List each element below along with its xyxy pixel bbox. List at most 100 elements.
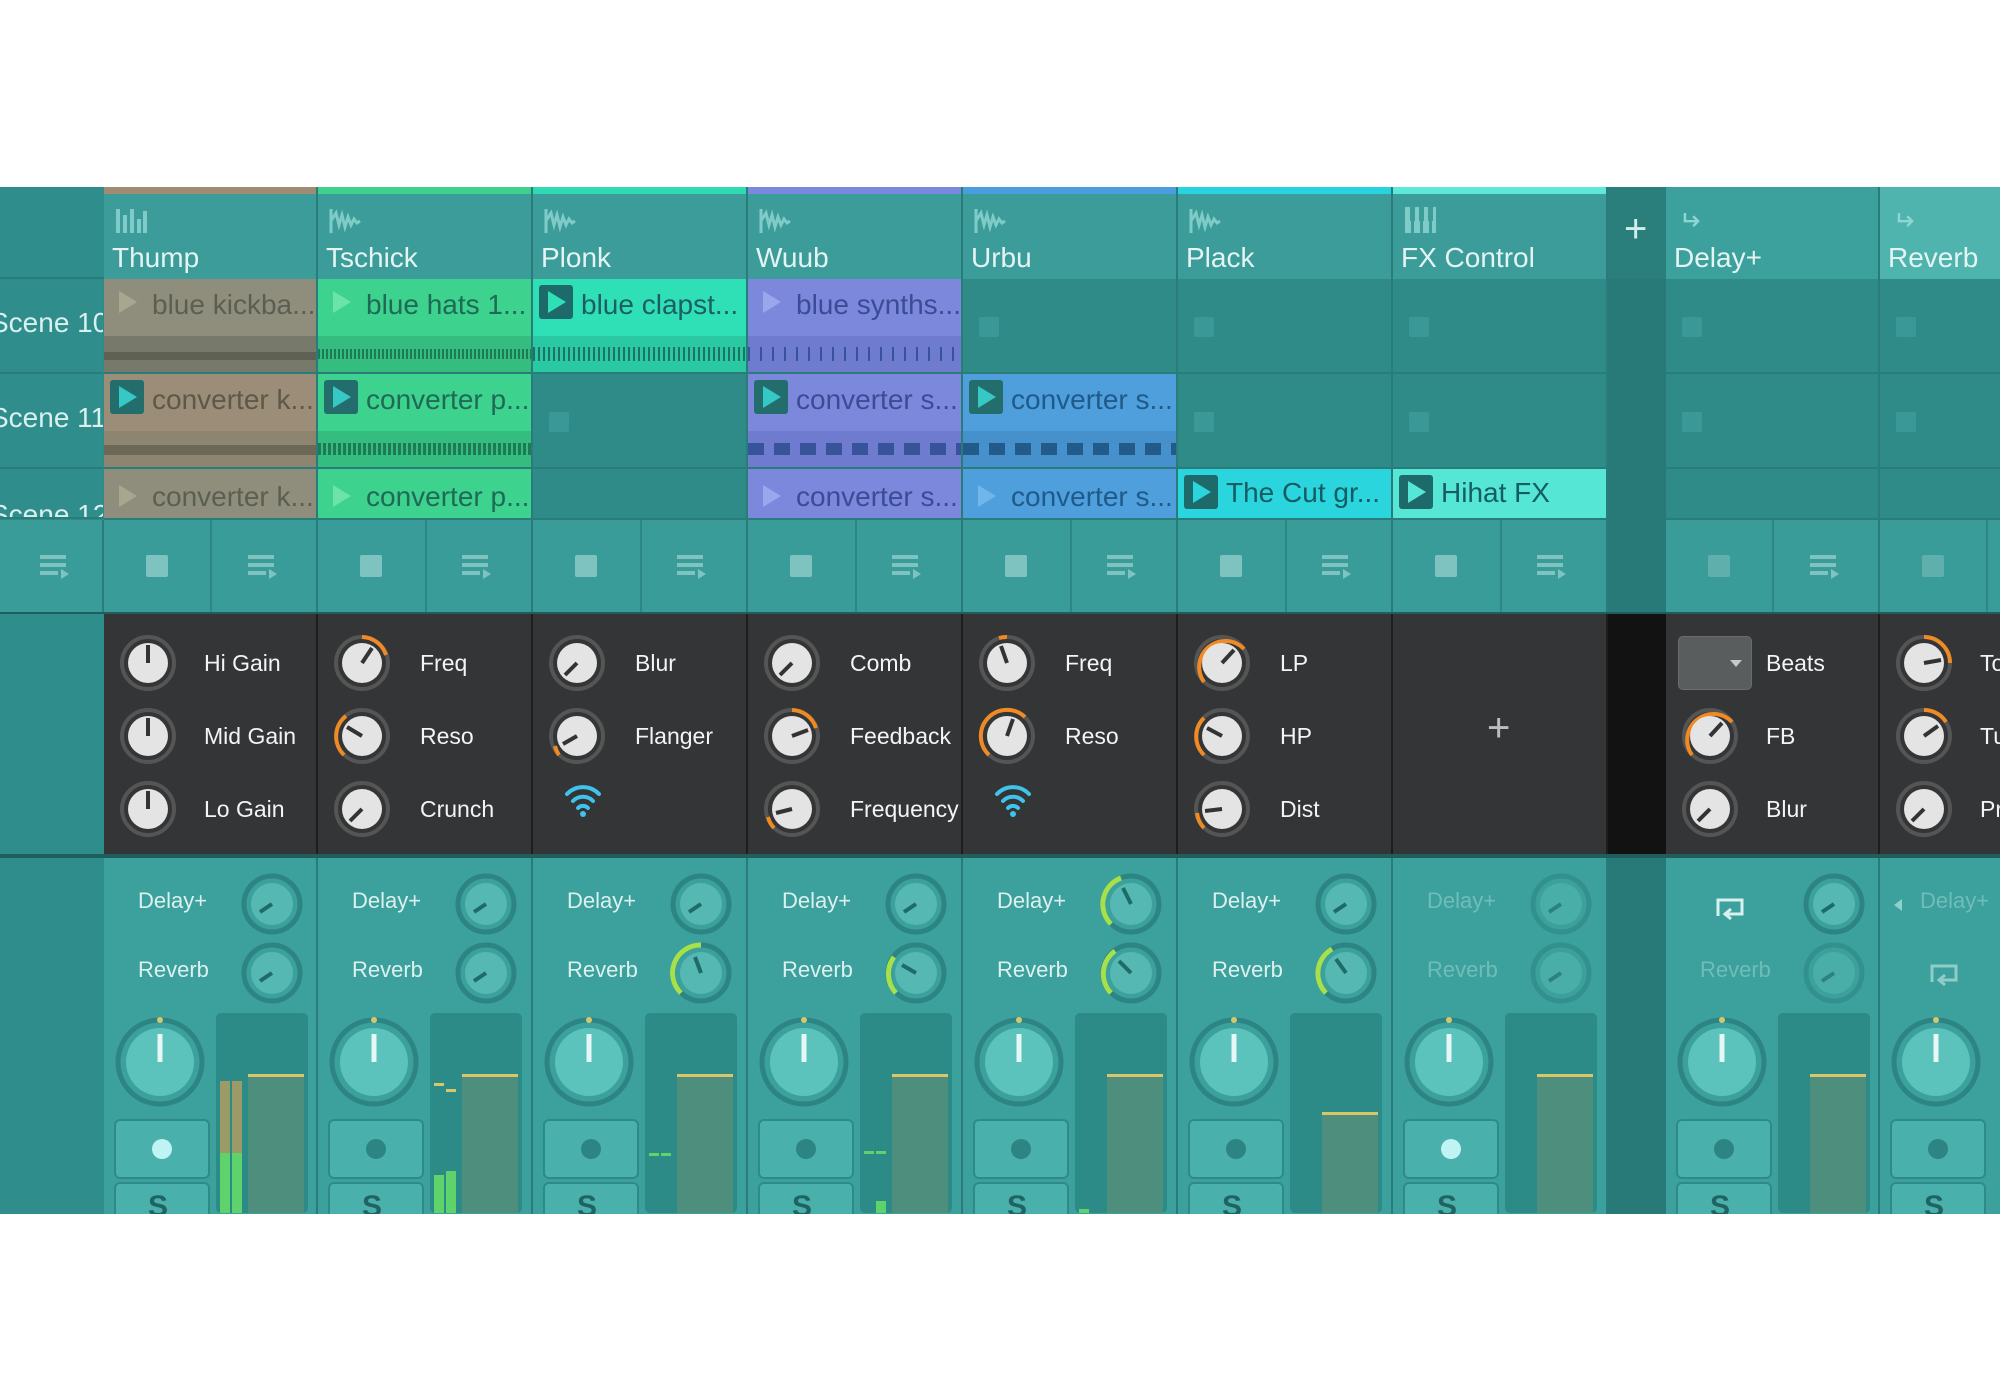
volume-fader[interactable]	[1322, 1113, 1378, 1213]
empty-clip-slot[interactable]	[1393, 279, 1608, 374]
empty-clip-slot[interactable]	[533, 374, 748, 469]
send-knob[interactable]	[884, 872, 948, 936]
solo-button[interactable]: S	[1188, 1182, 1284, 1214]
track-header-wuub[interactable]: Wuub	[748, 187, 963, 279]
remote-knob[interactable]	[1192, 779, 1252, 839]
play-icon[interactable]	[110, 479, 144, 513]
remote-knob[interactable]	[762, 633, 822, 693]
remote-knob[interactable]	[118, 706, 178, 766]
clip[interactable]: blue clapst...	[533, 279, 746, 372]
record-arm-button[interactable]	[1403, 1119, 1499, 1179]
send-knob[interactable]	[454, 872, 518, 936]
remote-knob[interactable]	[762, 779, 822, 839]
play-icon[interactable]	[754, 285, 788, 319]
volume-fader[interactable]	[1537, 1075, 1593, 1213]
add-remote-button[interactable]: +	[1487, 706, 1510, 751]
stop-icon[interactable]	[979, 317, 999, 337]
track-header-tschick[interactable]: Tschick	[318, 187, 533, 279]
empty-clip-slot[interactable]	[963, 279, 1178, 374]
volume-knob[interactable]	[543, 1016, 635, 1108]
solo-button[interactable]: S	[1403, 1182, 1499, 1214]
send-knob[interactable]	[1802, 872, 1866, 936]
play-icon[interactable]	[969, 380, 1003, 414]
clip-slot[interactable]: blue synths...	[748, 279, 963, 374]
clip[interactable]: converter p...	[318, 469, 531, 518]
clip-slot[interactable]: converter k...	[104, 469, 318, 520]
play-icon[interactable]	[110, 380, 144, 414]
volume-fader[interactable]	[677, 1075, 733, 1213]
solo-button[interactable]: S	[973, 1182, 1069, 1214]
clip-slot[interactable]: blue hats 1...	[318, 279, 533, 374]
remote-knob[interactable]	[977, 706, 1037, 766]
scene-label-12[interactable]: Scene 12	[0, 469, 103, 519]
clip-slot[interactable]: converter k...	[104, 374, 318, 469]
scene-label-10[interactable]: Scene 10	[0, 279, 103, 374]
remote-knob[interactable]	[118, 633, 178, 693]
remote-knob[interactable]	[1680, 779, 1740, 839]
play-icon[interactable]	[1184, 475, 1218, 509]
volume-fader[interactable]	[462, 1075, 518, 1213]
send-knob[interactable]	[240, 941, 304, 1005]
volume-knob[interactable]	[1403, 1016, 1495, 1108]
remote-knob[interactable]	[547, 706, 607, 766]
empty-clip-slot[interactable]	[1666, 374, 1880, 469]
play-icon[interactable]	[969, 479, 1003, 513]
remote-knob[interactable]	[1192, 706, 1252, 766]
record-arm-button[interactable]	[1188, 1119, 1284, 1179]
clip-slot[interactable]: converter s...	[963, 469, 1178, 520]
volume-knob[interactable]	[1188, 1016, 1280, 1108]
play-icon[interactable]	[539, 285, 573, 319]
track-header-thump[interactable]: Thump	[104, 187, 318, 279]
play-icon[interactable]	[324, 380, 358, 414]
remote-knob[interactable]	[332, 633, 392, 693]
track-header-urbu[interactable]: Urbu	[963, 187, 1178, 279]
solo-button[interactable]: S	[114, 1182, 210, 1214]
clip-launcher-list-icon[interactable]	[677, 553, 707, 579]
clip-launcher-list-icon[interactable]	[1810, 553, 1840, 579]
clip[interactable]: converter s...	[963, 469, 1176, 518]
stop-icon[interactable]	[1194, 412, 1214, 432]
clip[interactable]: converter s...	[748, 469, 961, 518]
clip[interactable]: converter k...	[104, 469, 316, 518]
return-loop-icon[interactable]	[1714, 894, 1748, 924]
record-arm-button[interactable]	[328, 1119, 424, 1179]
clip[interactable]: blue kickba...	[104, 279, 316, 372]
play-icon[interactable]	[754, 479, 788, 513]
volume-knob[interactable]	[1676, 1016, 1768, 1108]
stop-icon[interactable]	[1409, 412, 1429, 432]
stop-button[interactable]	[1005, 555, 1027, 577]
add-track-button[interactable]: +	[1624, 207, 1647, 252]
empty-clip-slot[interactable]	[1666, 279, 1880, 374]
remote-knob[interactable]	[1192, 633, 1252, 693]
clip-slot[interactable]: Hihat FX	[1393, 469, 1608, 520]
stop-button[interactable]	[360, 555, 382, 577]
send-knob[interactable]	[454, 941, 518, 1005]
remote-knob[interactable]	[1894, 633, 1954, 693]
send-knob[interactable]	[669, 872, 733, 936]
stop-button[interactable]	[1708, 555, 1730, 577]
clip-slot[interactable]: converter p...	[318, 374, 533, 469]
stop-button[interactable]	[575, 555, 597, 577]
send-knob[interactable]	[1314, 872, 1378, 936]
clip[interactable]: converter s...	[963, 374, 1176, 467]
stop-icon[interactable]	[1409, 317, 1429, 337]
clip-launcher-list-icon[interactable]	[1107, 553, 1137, 579]
stop-button[interactable]	[1922, 555, 1944, 577]
volume-fader[interactable]	[1810, 1075, 1866, 1213]
clip-slot[interactable]: converter p...	[318, 469, 533, 520]
clip-launcher-list-icon[interactable]	[462, 553, 492, 579]
track-header-plonk[interactable]: Plonk	[533, 187, 748, 279]
volume-knob[interactable]	[1890, 1016, 1982, 1108]
send-knob[interactable]	[1099, 872, 1163, 936]
stop-icon[interactable]	[1896, 317, 1916, 337]
empty-clip-slot[interactable]	[1393, 374, 1608, 469]
empty-clip-slot[interactable]	[533, 469, 748, 520]
empty-clip-slot[interactable]	[1178, 279, 1393, 374]
clip-slot[interactable]: blue kickba...	[104, 279, 318, 374]
play-icon[interactable]	[324, 285, 358, 319]
record-arm-button[interactable]	[973, 1119, 1069, 1179]
remote-knob[interactable]	[118, 779, 178, 839]
send-header-reverb[interactable]: Reverb	[1880, 187, 2000, 279]
modulation-wifi-icon[interactable]	[993, 782, 1033, 818]
volume-knob[interactable]	[973, 1016, 1065, 1108]
